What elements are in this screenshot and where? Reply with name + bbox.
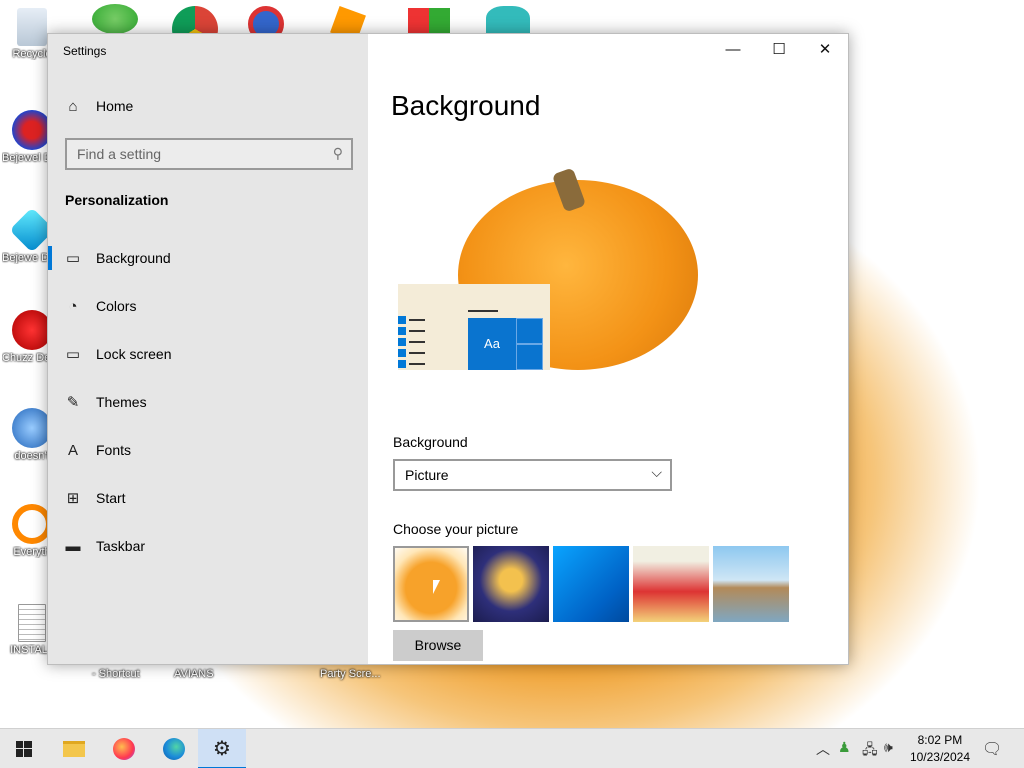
clock-date: 10/23/2024 xyxy=(909,750,970,764)
taskbar-firefox[interactable] xyxy=(100,729,148,768)
avatar-icon[interactable] xyxy=(486,6,530,36)
sidebar: Settings ⌂ Home Find a setting ⚲ Persona… xyxy=(48,34,368,664)
taskbar-icon: ▬ xyxy=(65,537,81,555)
lock-screen-icon: ▭ xyxy=(65,346,81,363)
recycle-bin-icon xyxy=(17,8,47,46)
choose-picture-label: Choose your picture xyxy=(393,521,519,537)
home-icon: ⌂ xyxy=(68,97,78,115)
preview-topline xyxy=(468,310,498,312)
chuzzle-icon xyxy=(12,310,52,350)
nav-colors[interactable]: ◔ Colors xyxy=(48,286,368,326)
nav-colors-label: Colors xyxy=(96,298,137,314)
desktop-label-party-screen[interactable]: Party Scre... xyxy=(320,668,381,680)
search-icon: ⚲ xyxy=(332,145,343,161)
page-title: Background xyxy=(391,90,541,121)
bejeweled-2-icon xyxy=(12,110,52,150)
themes-icon: ✎ xyxy=(66,394,80,411)
background-dropdown[interactable]: Picture ⌵ xyxy=(393,459,672,491)
start-icon: ⊞ xyxy=(66,490,80,507)
network-icon[interactable]: 🖧 xyxy=(862,739,878,763)
section-title: Personalization xyxy=(65,192,169,208)
preview-start-mock: Aa xyxy=(468,318,543,370)
firefox-icon xyxy=(113,738,135,760)
edge-icon xyxy=(163,738,185,760)
thumbnail-beach-rocks[interactable] xyxy=(713,546,789,622)
thumbnail-pumpkin[interactable] xyxy=(393,546,469,622)
mouse-cursor-icon xyxy=(433,580,440,594)
nav-taskbar-label: Taskbar xyxy=(96,538,146,554)
window-title: Settings xyxy=(63,44,107,58)
background-preview: Aa xyxy=(398,160,728,370)
thunderbird-icon xyxy=(12,408,52,448)
settings-window: Settings ⌂ Home Find a setting ⚲ Persona… xyxy=(47,33,849,665)
everything-search-icon xyxy=(12,504,52,544)
search-input[interactable]: Find a setting ⚲ xyxy=(65,138,353,170)
clock-time: 8:02 PM xyxy=(917,733,963,747)
nav-themes-label: Themes xyxy=(96,394,147,410)
nav-start[interactable]: ⊞ Start xyxy=(48,478,368,518)
thumbnail-windows-blue[interactable] xyxy=(553,546,629,622)
background-label: Background xyxy=(393,434,468,450)
browse-button[interactable]: Browse xyxy=(393,630,483,661)
nav-home[interactable]: ⌂ Home xyxy=(48,86,368,126)
nav-fonts-label: Fonts xyxy=(96,442,132,458)
system-clock[interactable]: 8:02 PM 10/23/2024 xyxy=(910,732,970,766)
nav-fonts[interactable]: A Fonts xyxy=(48,430,368,470)
start-button-icon xyxy=(16,741,32,757)
thumbnail-cartoon-face[interactable] xyxy=(473,546,549,622)
fonts-icon: A xyxy=(67,441,78,459)
window-controls: — ☐ ✕ xyxy=(710,34,848,66)
nav-lock-screen-label: Lock screen xyxy=(96,346,172,362)
nav-background[interactable]: ▭ Background xyxy=(48,238,368,278)
volume-icon[interactable]: 🕪 xyxy=(884,739,893,756)
taskbar: ⚙ ︿ ♟ 🖧 🕪 8:02 PM 10/23/2024 🗨 xyxy=(0,728,1024,768)
taskbar-edge[interactable] xyxy=(150,729,198,768)
settings-gear-icon: ⚙ xyxy=(213,737,231,760)
notifications-icon[interactable]: 🗨 xyxy=(982,739,1002,759)
taskbar-settings[interactable]: ⚙ xyxy=(198,729,246,768)
search-placeholder: Find a setting xyxy=(77,146,162,162)
desktop-label-avians[interactable]: AVIANS xyxy=(174,668,214,680)
people-icon[interactable] xyxy=(92,4,138,34)
nav-background-label: Background xyxy=(96,250,171,266)
preview-tile-text: Aa xyxy=(484,336,500,351)
image-icon: ▭ xyxy=(65,250,81,267)
chevron-down-icon: ⌵ xyxy=(651,464,662,480)
preview-list-mock xyxy=(398,316,426,370)
close-button[interactable]: ✕ xyxy=(802,34,848,66)
nav-themes[interactable]: ✎ Themes xyxy=(48,382,368,422)
palette-icon: ◔ xyxy=(68,297,78,315)
nav-home-label: Home xyxy=(96,98,134,114)
windows-logo-icon[interactable] xyxy=(408,8,450,36)
people-tray-icon[interactable]: ♟ xyxy=(838,739,851,756)
maximize-button[interactable]: ☐ xyxy=(756,34,802,66)
nav-lock-screen[interactable]: ▭ Lock screen xyxy=(48,334,368,374)
file-explorer-icon xyxy=(63,741,85,757)
nav-taskbar[interactable]: ▬ Taskbar xyxy=(48,526,368,566)
thumbnail-cartoon-character[interactable] xyxy=(633,546,709,622)
show-hidden-icons-chevron-icon[interactable]: ︿ xyxy=(816,739,830,759)
document-icon xyxy=(18,604,46,642)
nav-start-label: Start xyxy=(96,490,126,506)
taskbar-file-explorer[interactable] xyxy=(50,729,98,768)
background-dropdown-value: Picture xyxy=(405,467,449,483)
desktop-label-shortcut[interactable]: - Shortcut xyxy=(92,668,140,680)
minimize-button[interactable]: — xyxy=(710,34,756,66)
start-button[interactable] xyxy=(0,729,48,768)
